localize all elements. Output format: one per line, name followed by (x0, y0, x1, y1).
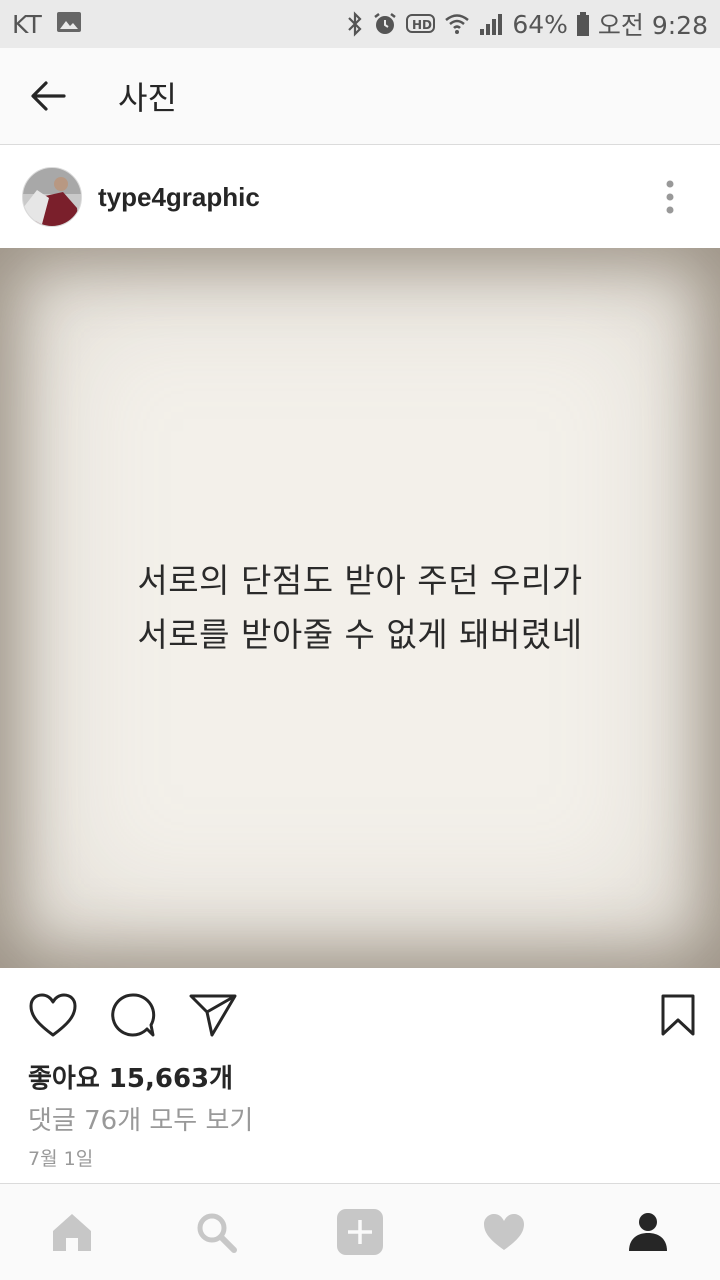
back-button[interactable] (0, 48, 96, 145)
wifi-icon (444, 11, 470, 37)
search-icon (197, 1213, 237, 1253)
battery-icon (576, 11, 590, 37)
add-icon (337, 1209, 383, 1255)
comment-button[interactable] (106, 988, 160, 1042)
battery-percent: 64% (512, 9, 568, 39)
quote-line-1: 서로의 단점도 받아 주던 우리가 (137, 561, 583, 600)
nav-add[interactable] (320, 1192, 400, 1272)
bottom-nav (0, 1183, 720, 1280)
save-button[interactable] (658, 988, 698, 1042)
image-icon (56, 10, 82, 39)
alarm-icon (372, 11, 398, 37)
nav-profile[interactable] (608, 1192, 688, 1272)
page-title: 사진 (118, 79, 177, 117)
username[interactable]: type4graphic (98, 182, 260, 213)
bookmark-icon (661, 994, 695, 1036)
nav-search[interactable] (176, 1192, 256, 1272)
comment-icon (111, 993, 156, 1037)
clock-label: 오전 9:28 (597, 11, 708, 40)
post-image[interactable]: 서로의 단점도 받아 주던 우리가 서로를 받아줄 수 없게 돼버렸네 (0, 248, 720, 968)
avatar[interactable] (22, 167, 82, 227)
more-options-button[interactable] (620, 146, 720, 248)
action-bar (0, 968, 720, 1062)
post-date: 7월 1일 (28, 1148, 94, 1170)
signal-icon (478, 11, 504, 37)
back-arrow-icon (31, 81, 66, 111)
nav-home[interactable] (32, 1192, 112, 1272)
likes-count[interactable]: 좋아요 15,663개 (28, 1058, 233, 1095)
status-bar: KT HD 64% 오전 9:28 (0, 0, 720, 48)
bluetooth-icon (346, 11, 364, 37)
share-button[interactable] (186, 988, 240, 1042)
svg-text:HD: HD (412, 18, 432, 32)
like-button[interactable] (26, 988, 80, 1042)
profile-icon (629, 1213, 667, 1251)
carrier-label: KT (12, 9, 42, 39)
quote-line-2: 서로를 받아줄 수 없게 돼버렸네 (137, 615, 583, 654)
view-all-comments-link[interactable]: 댓글 76개 모두 보기 (28, 1100, 253, 1137)
post-header: type4graphic (0, 146, 720, 248)
hd-icon: HD (406, 13, 436, 35)
more-options-icon (666, 180, 674, 214)
heart-outline-icon (29, 993, 77, 1037)
heart-icon (484, 1214, 524, 1250)
top-bar: 사진 (0, 48, 720, 145)
nav-activity[interactable] (464, 1192, 544, 1272)
send-icon (189, 994, 237, 1037)
home-icon (53, 1214, 91, 1251)
